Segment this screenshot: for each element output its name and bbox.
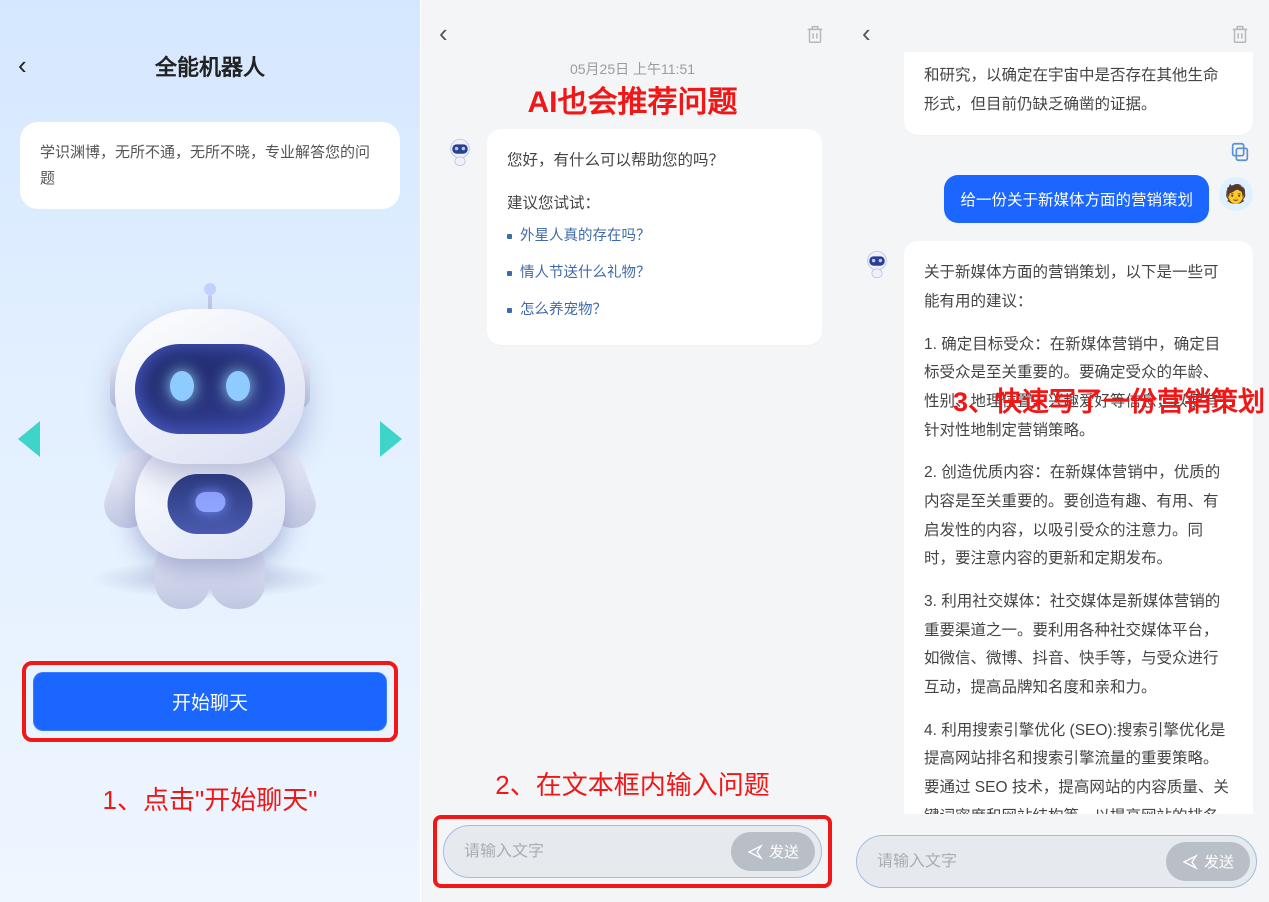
input-bar-wrap: 发送 [856, 835, 1257, 888]
ai-reply-point: 4. 利用搜索引擎优化 (SEO):搜索引擎优化是提高网站排名和搜索引擎流量的重… [924, 717, 1233, 814]
suggestion-header: 建议您试试： [507, 190, 802, 219]
annotation-step2-bottom: 2、在文本框内输入问题 [421, 765, 844, 802]
ai-message-row: 您好，有什么可以帮助您的吗？ 建议您试试： 外星人真的存在吗？ 情人节送什么礼物… [421, 121, 844, 353]
ai-greeting-text: 您好，有什么可以帮助您的吗？ [507, 147, 802, 176]
page-title: 全能机器人 [155, 50, 265, 82]
message-input-bar: 发送 [443, 825, 822, 878]
send-button[interactable]: 发送 [731, 832, 815, 871]
back-icon[interactable]: ‹ [439, 18, 448, 49]
ai-reply-bubble: 关于新媒体方面的营销策划，以下是一些可能有用的建议： 1. 确定目标受众：在新媒… [904, 241, 1253, 814]
send-icon [747, 844, 763, 860]
message-input-bar: 发送 [856, 835, 1257, 888]
annotation-step1: 1、点击"开始聊天" [0, 780, 420, 817]
ai-welcome-bubble: 您好，有什么可以帮助您的吗？ 建议您试试： 外星人真的存在吗？ 情人节送什么礼物… [487, 129, 822, 345]
intro-header: ‹ 全能机器人 [0, 0, 420, 94]
bot-avatar-icon [860, 247, 894, 281]
chat-screen-reply: ‹ 3、快速写了一份营销策划 和研究，以确定在宇宙中是否存在其他生命形式，但目前… [844, 0, 1269, 902]
message-input[interactable] [877, 853, 1166, 871]
intro-screen: ‹ 全能机器人 学识渊博，无所不通，无所不晓，专业解答您的问题 开始聊天 1、点… [0, 0, 420, 902]
intro-description: 学识渊博，无所不通，无所不晓，专业解答您的问题 [20, 122, 400, 209]
annotation-step2-top: AI也会推荐问题 [421, 77, 844, 121]
annotation-step3: 3、快速写了一份营销策划 [953, 380, 1265, 419]
ai-message-row: 和研究，以确定在宇宙中是否存在其他生命形式，但目前仍缺乏确凿的证据。 [860, 52, 1253, 135]
annotation-highlight-box: 开始聊天 [22, 661, 398, 742]
ai-message-row: 关于新媒体方面的营销策划，以下是一些可能有用的建议： 1. 确定目标受众：在新媒… [860, 241, 1253, 814]
message-input[interactable] [464, 843, 731, 861]
send-button-label: 发送 [769, 841, 799, 862]
robot-carousel [0, 229, 420, 649]
ai-reply-point: 3. 利用社交媒体：社交媒体是新媒体营销的重要渠道之一。要利用各种社交媒体平台，… [924, 588, 1233, 703]
back-icon[interactable]: ‹ [18, 50, 27, 81]
ai-reply-intro: 关于新媒体方面的营销策划，以下是一些可能有用的建议： [924, 259, 1233, 316]
carousel-next-icon[interactable] [380, 421, 402, 457]
carousel-prev-icon[interactable] [18, 421, 40, 457]
user-avatar-icon: 🧑 [1219, 177, 1253, 211]
ai-message-bubble: 和研究，以确定在宇宙中是否存在其他生命形式，但目前仍缺乏确凿的证据。 [904, 52, 1253, 135]
suggestion-item[interactable]: 怎么养宠物？ [507, 292, 802, 329]
user-message-bubble: 给一份关于新媒体方面的营销策划 [944, 175, 1209, 223]
chat-timestamp: 05月25日 上午11:51 [421, 59, 844, 79]
robot-illustration [50, 249, 370, 629]
suggestion-item[interactable]: 情人节送什么礼物？ [507, 255, 802, 292]
start-chat-button[interactable]: 开始聊天 [33, 672, 387, 731]
trash-icon[interactable] [1229, 22, 1251, 46]
bot-avatar-icon [443, 135, 477, 169]
ai-reply-point: 2. 创造优质内容：在新媒体营销中，优质的内容是至关重要的。要创造有趣、有用、有… [924, 459, 1233, 574]
chat-header: ‹ [421, 0, 844, 53]
back-icon[interactable]: ‹ [862, 18, 871, 49]
annotation-highlight-box: 发送 [433, 815, 832, 888]
suggestion-item[interactable]: 外星人真的存在吗？ [507, 218, 802, 255]
send-button[interactable]: 发送 [1166, 842, 1250, 881]
trash-icon[interactable] [804, 22, 826, 46]
user-message-row: 给一份关于新媒体方面的营销策划 🧑 [860, 175, 1253, 223]
send-icon [1182, 854, 1198, 870]
chat-screen-empty: ‹ 05月25日 上午11:51 AI也会推荐问题 您好，有什么可以帮助您的吗？… [420, 0, 844, 902]
send-button-label: 发送 [1204, 851, 1234, 872]
chat-scroll-area[interactable]: 和研究，以确定在宇宙中是否存在其他生命形式，但目前仍缺乏确凿的证据。 给一份关于… [844, 46, 1269, 814]
copy-icon[interactable] [1229, 141, 1251, 163]
